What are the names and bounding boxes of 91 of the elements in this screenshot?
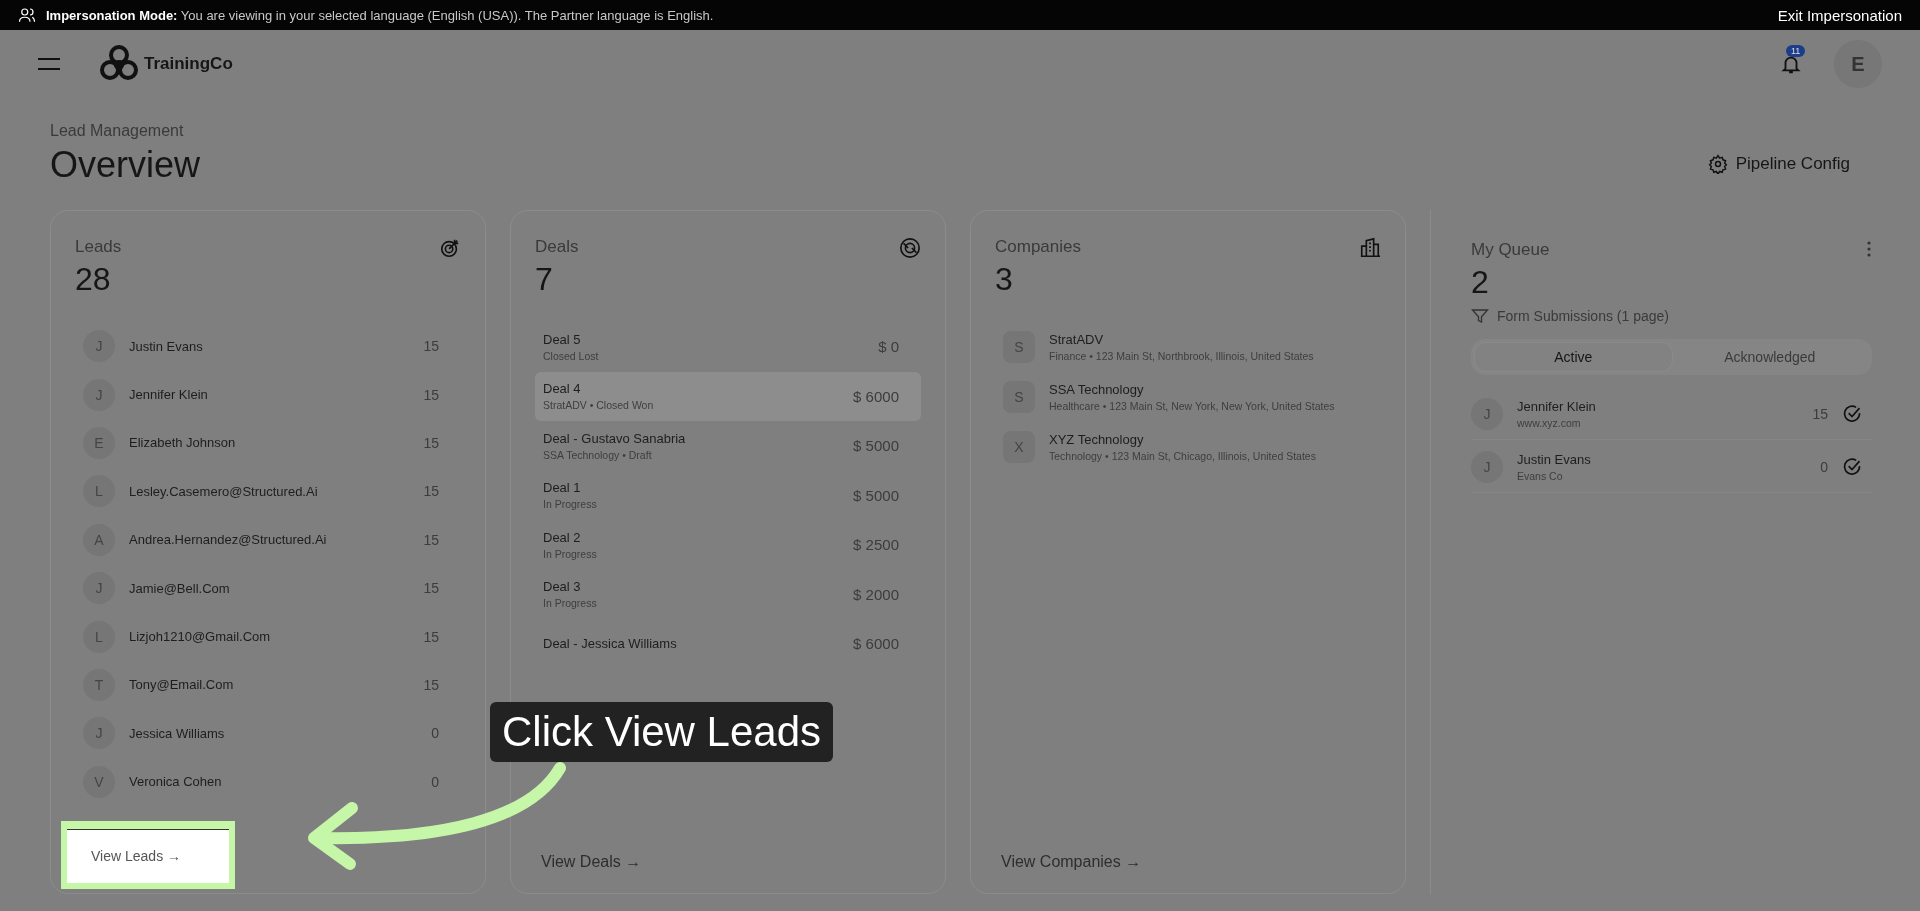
queue-lead-name[interactable]: Jennifer Klein (1517, 399, 1799, 414)
lead-name[interactable]: Elizabeth Johnson (129, 435, 410, 451)
deal-amount: $ 2500 (853, 536, 899, 554)
check-circle-icon[interactable] (1842, 457, 1862, 477)
lead-score: 15 (423, 434, 439, 451)
queue-tab[interactable]: Active (1475, 343, 1672, 371)
deal-row[interactable]: Deal - Jessica Williams $ 6000 (535, 619, 921, 669)
lead-name[interactable]: Lesley.Casemero@Structured.Ai (129, 483, 410, 499)
card-count: 3 (995, 261, 1014, 298)
deal-amount: $ 2000 (853, 585, 899, 603)
deal-row[interactable]: Deal 2 In Progress $ 2500 (535, 520, 921, 570)
card-title: My Queue (1471, 240, 1550, 260)
deal-amount: $ 0 (878, 338, 899, 356)
deal-subtitle: SSA Technology • Draft (543, 448, 653, 461)
lead-name[interactable]: Veronica Cohen (129, 774, 418, 790)
lead-score: 15 (423, 580, 439, 597)
deal-name: Deal 1 (543, 480, 582, 496)
lead-name[interactable]: Jennifer Klein (129, 387, 410, 403)
lead-score: 0 (431, 773, 439, 790)
lead-name[interactable]: Lizjoh1210@Gmail.Com (129, 629, 410, 645)
deal-name: Deal 2 (543, 529, 582, 545)
deal-subtitle: Closed Lost (543, 349, 600, 362)
view-deals-link[interactable]: View Deals → (535, 853, 642, 871)
queue-score: 0 (1820, 459, 1828, 475)
lead-score: 0 (431, 725, 439, 742)
card-count: 7 (535, 261, 554, 298)
building-icon (1359, 237, 1381, 259)
filter-icon (1471, 307, 1489, 325)
deal-name: Deal 3 (543, 579, 582, 595)
deal-name: Deal 5 (543, 331, 582, 347)
check-circle-icon[interactable] (1842, 404, 1862, 424)
deal-subtitle: In Progress (543, 498, 598, 511)
deal-row[interactable]: Deal - Gustavo Sanabria SSA Technology • Draft $ 5000 (535, 421, 921, 471)
lead-score: 15 (423, 628, 439, 645)
lead-name[interactable]: Jamie@Bell.Com (129, 580, 410, 596)
users-icon (18, 6, 36, 24)
deal-row[interactable]: Deal 1 In Progress $ 5000 (535, 470, 921, 520)
queue-score: 15 (1812, 406, 1828, 422)
queue-tab[interactable]: Acknowledged (1671, 343, 1868, 371)
lead-score: 15 (423, 386, 439, 403)
deal-amount: $ 6000 (853, 635, 899, 653)
more-options-icon[interactable] (1866, 240, 1872, 258)
deal-row[interactable]: Deal 4 StratADV • Closed Won $ 6000 (535, 371, 921, 421)
lead-score: 15 (423, 676, 439, 693)
brand-name: TrainingCo (144, 54, 233, 74)
lead-score: 15 (423, 531, 439, 548)
lead-name[interactable]: Andrea.Hernandez@Structured.Ai (129, 532, 410, 548)
breadcrumb: Lead Management (50, 122, 185, 140)
deal-name: Deal 4 (543, 381, 582, 397)
queue-lead-subtitle: www.xyz.com (1517, 417, 1582, 429)
deal-subtitle: In Progress (543, 547, 598, 560)
lead-score: 15 (423, 338, 439, 355)
exit-impersonation-button[interactable]: Exit Impersonation (1777, 6, 1902, 24)
deal-amount: $ 6000 (853, 387, 899, 405)
impersonation-message: Impersonation Mode: You are viewing in your selected language (English (USA)). The Partner language is English. (46, 7, 715, 23)
deal-name: Deal - Jessica Williams (543, 636, 678, 652)
deal-name: Deal - Gustavo Sanabria (543, 430, 687, 446)
deal-subtitle: In Progress (543, 597, 598, 610)
deal-amount: $ 5000 (853, 486, 899, 504)
page-title: Overview (50, 144, 201, 186)
lead-name[interactable]: Justin Evans (129, 338, 410, 354)
view-companies-link[interactable]: View Companies → (995, 853, 1142, 871)
lead-name[interactable]: Tony@Email.Com (129, 677, 410, 693)
settings-icon (1707, 154, 1728, 174)
queue-lead-name[interactable]: Justin Evans (1517, 452, 1807, 467)
deal-subtitle: StratADV • Closed Won (543, 399, 655, 412)
lead-name[interactable]: Jessica Williams (129, 725, 418, 741)
deal-row[interactable]: Deal 3 In Progress $ 2000 (535, 569, 921, 619)
view-leads-button[interactable]: View Leads → (61, 821, 235, 889)
target-icon (439, 237, 461, 259)
company-name[interactable]: SSA Technology (1049, 382, 1373, 397)
deal-amount: $ 5000 (853, 437, 899, 455)
card-title: Companies (995, 237, 1081, 257)
company-name[interactable]: XYZ Technology (1049, 432, 1373, 447)
lead-score: 15 (423, 483, 439, 500)
company-details: Technology • 123 Main St, Chicago, Illinois, United States (1049, 450, 1317, 462)
menu-icon[interactable] (38, 57, 60, 71)
company-details: Finance • 123 Main St, Northbrook, Illinois, United States (1049, 350, 1315, 362)
filter-label: Form Submissions (1 page) (1497, 308, 1669, 324)
card-count: 28 (75, 261, 112, 298)
notification-badge: 11 (1786, 45, 1806, 57)
queue-lead-subtitle: Evans Co (1517, 470, 1564, 482)
card-title: Leads (75, 237, 122, 257)
pipeline-config-button[interactable]: Pipeline Config (1707, 154, 1850, 174)
card-title: Deals (535, 237, 579, 257)
company-name[interactable]: StratADV (1049, 332, 1373, 347)
card-count: 2 (1471, 264, 1490, 301)
user-avatar[interactable]: E (1834, 40, 1882, 88)
tutorial-callout: Click View Leads (490, 702, 834, 762)
company-details: Healthcare • 123 Main St, New York, New York, United States (1049, 400, 1336, 412)
deal-row[interactable]: Deal 5 Closed Lost $ 0 (535, 322, 921, 372)
